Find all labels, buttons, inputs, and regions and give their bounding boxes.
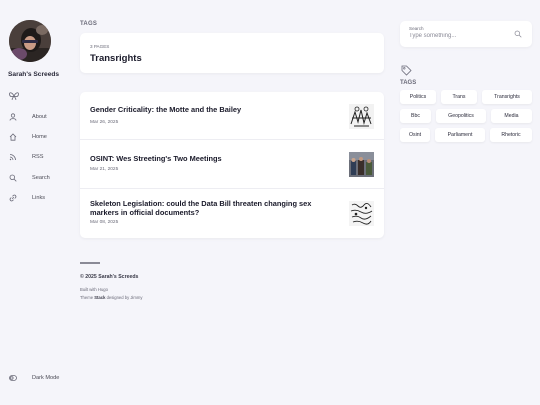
- search-icon[interactable]: [514, 30, 522, 38]
- tag-header-card: 3 PAGES Transrights: [80, 33, 384, 73]
- butterfly-icon[interactable]: [9, 92, 19, 100]
- tag-transrights[interactable]: Transrights: [482, 90, 532, 104]
- nav-item-label: RSS: [32, 154, 44, 160]
- nav-item-links[interactable]: Links: [9, 194, 45, 202]
- article-title[interactable]: OSINT: Wes Streeting's Two Meetings: [90, 154, 340, 163]
- thumbnail-image: [349, 201, 374, 226]
- tag-icon: [401, 65, 412, 76]
- nav-item-about[interactable]: About: [9, 113, 47, 121]
- link-icon: [9, 194, 17, 202]
- article-thumbnail[interactable]: [349, 104, 374, 129]
- dark-mode-label: Dark Mode: [32, 375, 60, 381]
- tag-bbc[interactable]: Bbc: [400, 109, 431, 123]
- tag-trans[interactable]: Trans: [441, 90, 477, 104]
- nav-item-label: Search: [32, 175, 50, 181]
- page-count: 3 PAGES: [90, 44, 110, 49]
- search-label: Search: [409, 26, 424, 31]
- avatar-image: [9, 20, 51, 62]
- article-date: Mar 26, 2025: [90, 120, 119, 125]
- article-thumbnail[interactable]: [349, 152, 374, 177]
- nav-item-rss[interactable]: RSS: [9, 153, 44, 161]
- page-title: Transrights: [90, 53, 142, 64]
- tag-rhetoric[interactable]: Rhetoric: [490, 128, 532, 142]
- avatar[interactable]: [9, 20, 51, 62]
- nav-item-label: About: [32, 114, 47, 120]
- article-list: Gender Criticality: the Motte and the Ba…: [80, 92, 384, 238]
- article-title[interactable]: Gender Criticality: the Motte and the Ba…: [90, 105, 340, 114]
- article-title[interactable]: Skeleton Legislation: could the Data Bil…: [90, 199, 340, 217]
- nav-item-home[interactable]: Home: [9, 133, 47, 141]
- copyright: © 2025 Sarah's Screeds: [80, 274, 139, 280]
- tag-cloud: Politics Trans Transrights Bbc Geopoliti…: [400, 90, 532, 142]
- theme-prefix: Theme: [80, 295, 94, 300]
- thumbnail-image: [349, 104, 374, 129]
- article-item[interactable]: Skeleton Legislation: could the Data Bil…: [80, 189, 384, 238]
- tag-media[interactable]: Media: [491, 109, 532, 123]
- search-icon: [9, 174, 17, 182]
- user-icon: [9, 113, 17, 121]
- nav-item-search[interactable]: Search: [9, 174, 50, 182]
- tags-heading: TAGS: [400, 80, 417, 86]
- left-sidebar: Sarah's Screeds About Home RSS Search Li…: [0, 0, 75, 405]
- article-date: Mar 08, 2025: [90, 220, 119, 225]
- theme-credit: Theme Stack designed by Jimmy: [80, 295, 142, 300]
- rss-icon: [9, 154, 16, 161]
- toggle-icon: [9, 375, 17, 381]
- nav-item-label: Links: [32, 195, 46, 201]
- home-icon: [9, 133, 17, 141]
- footer-divider: [80, 262, 100, 264]
- tag-geopolitics[interactable]: Geopolitics: [436, 109, 486, 123]
- article-item[interactable]: OSINT: Wes Streeting's Two Meetings Mar …: [80, 140, 384, 189]
- article-thumbnail[interactable]: [349, 201, 374, 226]
- search-widget[interactable]: Search: [400, 21, 532, 47]
- theme-link[interactable]: Stack: [94, 295, 105, 300]
- site-name[interactable]: Sarah's Screeds: [8, 71, 59, 78]
- article-date: Mar 21, 2025: [90, 167, 119, 172]
- article-item[interactable]: Gender Criticality: the Motte and the Ba…: [80, 92, 384, 140]
- tag-politics[interactable]: Politics: [400, 90, 436, 104]
- built-with: Built with Hugo: [80, 287, 108, 292]
- theme-suffix: designed by Jimmy: [106, 295, 143, 300]
- dark-mode-toggle[interactable]: Dark Mode: [9, 375, 59, 381]
- search-input[interactable]: [409, 33, 504, 39]
- tag-osint[interactable]: Osint: [400, 128, 430, 142]
- nav-item-label: Home: [32, 134, 47, 140]
- thumbnail-image: [349, 152, 374, 177]
- tag-parliament[interactable]: Parliament: [435, 128, 485, 142]
- section-label: TAGS: [80, 21, 98, 27]
